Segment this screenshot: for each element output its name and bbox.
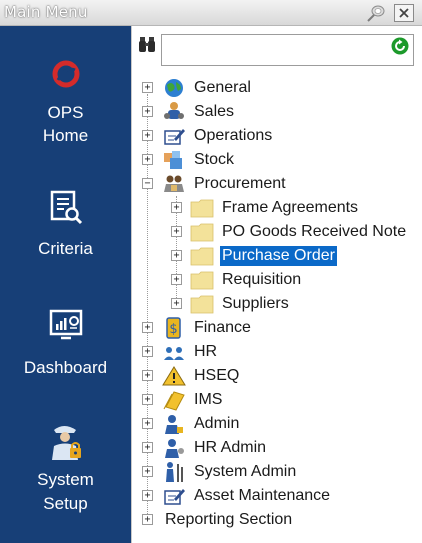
tree-item-label: HR Admin (194, 439, 267, 456)
expand-icon[interactable]: + (171, 226, 182, 237)
tree-item-label: Requisition (222, 271, 302, 288)
tree-item-ims[interactable]: + IMS (0, 388, 422, 412)
tree-item-label: Operations (194, 127, 273, 144)
tree-item-label: Reporting Section (165, 511, 293, 528)
finance-dollar-icon: $ (162, 317, 186, 339)
hr-people-icon (162, 341, 186, 363)
window-title: Main Menu (4, 3, 88, 21)
tree-item-frame-agreements[interactable]: + Frame Agreements (0, 196, 422, 220)
expand-icon[interactable]: + (142, 466, 153, 477)
globe-icon (162, 77, 186, 99)
title-bar[interactable]: Main Menu (0, 0, 422, 26)
expand-icon[interactable]: + (142, 82, 153, 93)
folder-icon (190, 197, 214, 219)
tree-item-label: Sales (194, 103, 235, 120)
tree-item-label: HR (194, 343, 218, 360)
collapse-icon[interactable]: − (142, 178, 153, 189)
expand-icon[interactable]: + (142, 514, 153, 525)
system-admin-icon (162, 461, 186, 483)
tree-item-label: Frame Agreements (222, 199, 359, 216)
operations-pen-icon (162, 125, 186, 147)
folder-icon (190, 245, 214, 267)
asset-maintenance-icon (162, 485, 186, 507)
search-input[interactable] (161, 34, 414, 66)
tree-item-finance[interactable]: + $ Finance (0, 316, 422, 340)
svg-text:$: $ (169, 322, 177, 337)
pin-icon[interactable] (365, 4, 387, 22)
expand-icon[interactable]: + (142, 490, 153, 501)
warning-triangle-icon (162, 365, 186, 387)
tree-item-stock[interactable]: + Stock (0, 148, 422, 172)
tree-item-requisition[interactable]: + Requisition (0, 268, 422, 292)
expand-icon[interactable]: + (142, 154, 153, 165)
tree-item-system-admin[interactable]: + System Admin (0, 460, 422, 484)
tree-item-operations[interactable]: + Operations (0, 124, 422, 148)
close-icon (399, 8, 409, 18)
expand-icon[interactable]: + (171, 274, 182, 285)
tree-item-label: General (194, 79, 251, 96)
expand-icon[interactable]: + (142, 442, 153, 453)
expand-icon[interactable]: + (171, 202, 182, 213)
expand-icon[interactable]: + (142, 370, 153, 381)
tree-item-purchase-order[interactable]: + Purchase Order (0, 244, 422, 268)
tree-item-label: Stock (194, 151, 235, 168)
expand-icon[interactable]: + (142, 322, 153, 333)
folder-icon (190, 293, 214, 315)
tree-item-asset-maintenance[interactable]: + Asset Maintenance (0, 484, 422, 508)
expand-icon[interactable]: + (171, 250, 182, 261)
binoculars-icon[interactable] (138, 34, 158, 54)
expand-icon[interactable]: + (142, 418, 153, 429)
tree-item-reporting-section[interactable]: + Reporting Section (0, 508, 422, 532)
go-refresh-icon[interactable] (391, 37, 409, 55)
tree-item-general[interactable]: + General (0, 76, 422, 100)
tree-item-label: Asset Maintenance (194, 487, 331, 504)
tree-item-label: Purchase Order (220, 246, 337, 266)
admin-person-icon (162, 413, 186, 435)
tree-item-label: Finance (194, 319, 251, 336)
tree-item-hr-admin[interactable]: + HR Admin (0, 436, 422, 460)
tree-item-label: System Admin (194, 463, 297, 480)
sales-people-icon (162, 101, 186, 123)
tree-item-label: Admin (194, 415, 240, 432)
stock-boxes-icon (162, 149, 186, 171)
close-button[interactable] (394, 4, 414, 22)
expand-icon[interactable]: + (142, 130, 153, 141)
procurement-icon (162, 173, 186, 195)
tree-item-hr[interactable]: + HR (0, 340, 422, 364)
expand-icon[interactable]: + (142, 106, 153, 117)
tree-item-po-goods-received-note[interactable]: + PO Goods Received Note (0, 220, 422, 244)
expand-icon[interactable]: + (171, 298, 182, 309)
expand-icon[interactable]: + (142, 346, 153, 357)
tree-item-admin[interactable]: + Admin (0, 412, 422, 436)
main-menu-window: Main Menu OPS Home Criteria Dashboard Sy… (0, 0, 422, 543)
ims-notes-icon (162, 389, 186, 411)
tree-item-hseq[interactable]: + HSEQ (0, 364, 422, 388)
tree-item-sales[interactable]: + Sales (0, 100, 422, 124)
tree-item-procurement[interactable]: − Procurement (0, 172, 422, 196)
tree-item-suppliers[interactable]: + Suppliers (0, 292, 422, 316)
tree-item-label: Suppliers (222, 295, 289, 312)
tree-item-label: IMS (194, 391, 223, 408)
expand-icon[interactable]: + (142, 394, 153, 405)
hr-admin-icon (162, 437, 186, 459)
tree-item-label: HSEQ (194, 367, 240, 384)
folder-icon (190, 269, 214, 291)
folder-icon (190, 221, 214, 243)
tree-item-label: Procurement (194, 175, 286, 192)
tree-item-label: PO Goods Received Note (222, 223, 407, 240)
